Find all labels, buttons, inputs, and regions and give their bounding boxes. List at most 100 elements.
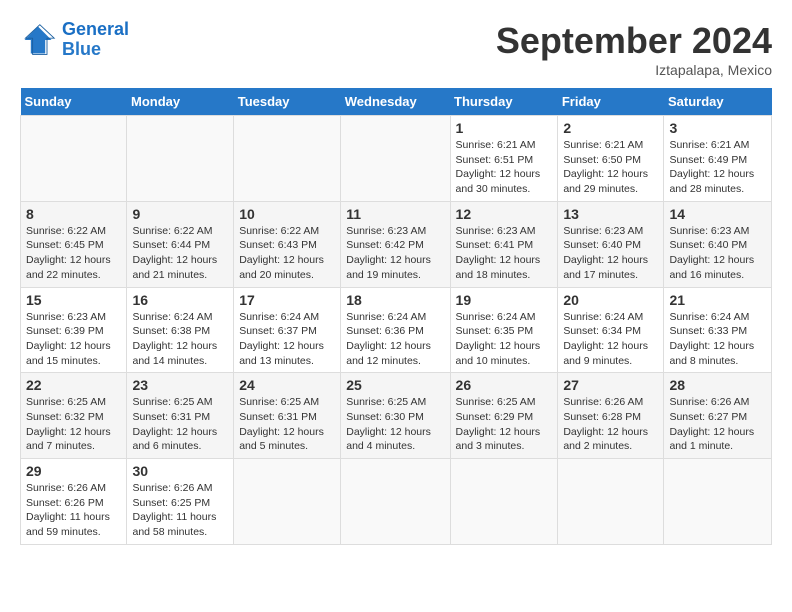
calendar-cell: 3 Sunrise: 6:21 AM Sunset: 6:49 PM Dayli… <box>664 116 772 202</box>
day-of-week-header: Monday <box>127 88 234 116</box>
day-info: Sunrise: 6:22 AM Sunset: 6:43 PM Dayligh… <box>239 224 335 283</box>
day-number: 12 <box>456 206 553 222</box>
day-info: Sunrise: 6:22 AM Sunset: 6:44 PM Dayligh… <box>132 224 228 283</box>
day-number: 1 <box>456 120 553 136</box>
day-info: Sunrise: 6:21 AM Sunset: 6:50 PM Dayligh… <box>563 138 658 197</box>
calendar-cell <box>21 116 127 202</box>
calendar-cell: 22 Sunrise: 6:25 AM Sunset: 6:32 PM Dayl… <box>21 373 127 459</box>
calendar-cell: 27 Sunrise: 6:26 AM Sunset: 6:28 PM Dayl… <box>558 373 664 459</box>
day-number: 30 <box>132 463 228 479</box>
day-info: Sunrise: 6:25 AM Sunset: 6:29 PM Dayligh… <box>456 395 553 454</box>
calendar-cell: 29 Sunrise: 6:26 AM Sunset: 6:26 PM Dayl… <box>21 459 127 545</box>
day-info: Sunrise: 6:24 AM Sunset: 6:33 PM Dayligh… <box>669 310 766 369</box>
calendar-cell <box>664 459 772 545</box>
day-number: 10 <box>239 206 335 222</box>
month-title: September 2024 <box>496 20 772 62</box>
day-number: 24 <box>239 377 335 393</box>
day-info: Sunrise: 6:22 AM Sunset: 6:45 PM Dayligh… <box>26 224 121 283</box>
day-number: 2 <box>563 120 658 136</box>
day-number: 13 <box>563 206 658 222</box>
day-number: 17 <box>239 292 335 308</box>
day-info: Sunrise: 6:23 AM Sunset: 6:42 PM Dayligh… <box>346 224 444 283</box>
day-info: Sunrise: 6:24 AM Sunset: 6:35 PM Dayligh… <box>456 310 553 369</box>
day-info: Sunrise: 6:26 AM Sunset: 6:26 PM Dayligh… <box>26 481 121 540</box>
day-number: 29 <box>26 463 121 479</box>
day-info: Sunrise: 6:24 AM Sunset: 6:37 PM Dayligh… <box>239 310 335 369</box>
calendar-cell <box>558 459 664 545</box>
day-number: 14 <box>669 206 766 222</box>
day-info: Sunrise: 6:25 AM Sunset: 6:32 PM Dayligh… <box>26 395 121 454</box>
calendar-cell <box>234 459 341 545</box>
calendar-cell: 15 Sunrise: 6:23 AM Sunset: 6:39 PM Dayl… <box>21 287 127 373</box>
day-of-week-header: Wednesday <box>341 88 450 116</box>
calendar-cell <box>341 459 450 545</box>
calendar-cell: 17 Sunrise: 6:24 AM Sunset: 6:37 PM Dayl… <box>234 287 341 373</box>
day-info: Sunrise: 6:21 AM Sunset: 6:51 PM Dayligh… <box>456 138 553 197</box>
day-number: 19 <box>456 292 553 308</box>
day-info: Sunrise: 6:23 AM Sunset: 6:40 PM Dayligh… <box>563 224 658 283</box>
day-number: 22 <box>26 377 121 393</box>
day-number: 18 <box>346 292 444 308</box>
day-of-week-header: Tuesday <box>234 88 341 116</box>
day-info: Sunrise: 6:21 AM Sunset: 6:49 PM Dayligh… <box>669 138 766 197</box>
day-info: Sunrise: 6:25 AM Sunset: 6:31 PM Dayligh… <box>239 395 335 454</box>
calendar-cell: 19 Sunrise: 6:24 AM Sunset: 6:35 PM Dayl… <box>450 287 558 373</box>
day-info: Sunrise: 6:25 AM Sunset: 6:30 PM Dayligh… <box>346 395 444 454</box>
day-number: 11 <box>346 206 444 222</box>
day-number: 27 <box>563 377 658 393</box>
day-info: Sunrise: 6:26 AM Sunset: 6:28 PM Dayligh… <box>563 395 658 454</box>
day-number: 16 <box>132 292 228 308</box>
day-number: 25 <box>346 377 444 393</box>
day-info: Sunrise: 6:25 AM Sunset: 6:31 PM Dayligh… <box>132 395 228 454</box>
day-info: Sunrise: 6:24 AM Sunset: 6:38 PM Dayligh… <box>132 310 228 369</box>
day-number: 8 <box>26 206 121 222</box>
calendar-cell <box>450 459 558 545</box>
calendar-cell <box>234 116 341 202</box>
day-number: 21 <box>669 292 766 308</box>
day-number: 20 <box>563 292 658 308</box>
calendar-cell: 10 Sunrise: 6:22 AM Sunset: 6:43 PM Dayl… <box>234 201 341 287</box>
logo-text: GeneralBlue <box>62 20 129 60</box>
title-block: September 2024 Iztapalapa, Mexico <box>496 20 772 78</box>
logo: GeneralBlue <box>20 20 129 60</box>
day-info: Sunrise: 6:24 AM Sunset: 6:36 PM Dayligh… <box>346 310 444 369</box>
day-info: Sunrise: 6:24 AM Sunset: 6:34 PM Dayligh… <box>563 310 658 369</box>
calendar-cell: 14 Sunrise: 6:23 AM Sunset: 6:40 PM Dayl… <box>664 201 772 287</box>
calendar-cell: 20 Sunrise: 6:24 AM Sunset: 6:34 PM Dayl… <box>558 287 664 373</box>
day-info: Sunrise: 6:23 AM Sunset: 6:40 PM Dayligh… <box>669 224 766 283</box>
calendar-cell: 11 Sunrise: 6:23 AM Sunset: 6:42 PM Dayl… <box>341 201 450 287</box>
calendar-cell: 21 Sunrise: 6:24 AM Sunset: 6:33 PM Dayl… <box>664 287 772 373</box>
day-number: 28 <box>669 377 766 393</box>
day-of-week-header: Thursday <box>450 88 558 116</box>
day-info: Sunrise: 6:26 AM Sunset: 6:27 PM Dayligh… <box>669 395 766 454</box>
day-of-week-header: Friday <box>558 88 664 116</box>
calendar-cell: 30 Sunrise: 6:26 AM Sunset: 6:25 PM Dayl… <box>127 459 234 545</box>
day-number: 15 <box>26 292 121 308</box>
calendar-cell: 1 Sunrise: 6:21 AM Sunset: 6:51 PM Dayli… <box>450 116 558 202</box>
page-header: GeneralBlue September 2024 Iztapalapa, M… <box>20 20 772 78</box>
day-info: Sunrise: 6:23 AM Sunset: 6:39 PM Dayligh… <box>26 310 121 369</box>
calendar-cell: 23 Sunrise: 6:25 AM Sunset: 6:31 PM Dayl… <box>127 373 234 459</box>
calendar-table: SundayMondayTuesdayWednesdayThursdayFrid… <box>20 88 772 545</box>
day-number: 3 <box>669 120 766 136</box>
calendar-cell <box>341 116 450 202</box>
day-number: 26 <box>456 377 553 393</box>
calendar-cell: 24 Sunrise: 6:25 AM Sunset: 6:31 PM Dayl… <box>234 373 341 459</box>
day-number: 23 <box>132 377 228 393</box>
location: Iztapalapa, Mexico <box>496 62 772 78</box>
calendar-cell: 26 Sunrise: 6:25 AM Sunset: 6:29 PM Dayl… <box>450 373 558 459</box>
calendar-cell: 9 Sunrise: 6:22 AM Sunset: 6:44 PM Dayli… <box>127 201 234 287</box>
day-of-week-header: Saturday <box>664 88 772 116</box>
calendar-cell: 13 Sunrise: 6:23 AM Sunset: 6:40 PM Dayl… <box>558 201 664 287</box>
calendar-cell: 8 Sunrise: 6:22 AM Sunset: 6:45 PM Dayli… <box>21 201 127 287</box>
day-info: Sunrise: 6:26 AM Sunset: 6:25 PM Dayligh… <box>132 481 228 540</box>
day-number: 9 <box>132 206 228 222</box>
calendar-cell: 25 Sunrise: 6:25 AM Sunset: 6:30 PM Dayl… <box>341 373 450 459</box>
calendar-cell: 18 Sunrise: 6:24 AM Sunset: 6:36 PM Dayl… <box>341 287 450 373</box>
calendar-cell: 16 Sunrise: 6:24 AM Sunset: 6:38 PM Dayl… <box>127 287 234 373</box>
day-info: Sunrise: 6:23 AM Sunset: 6:41 PM Dayligh… <box>456 224 553 283</box>
calendar-cell: 12 Sunrise: 6:23 AM Sunset: 6:41 PM Dayl… <box>450 201 558 287</box>
logo-icon <box>20 22 56 58</box>
calendar-cell: 2 Sunrise: 6:21 AM Sunset: 6:50 PM Dayli… <box>558 116 664 202</box>
day-of-week-header: Sunday <box>21 88 127 116</box>
